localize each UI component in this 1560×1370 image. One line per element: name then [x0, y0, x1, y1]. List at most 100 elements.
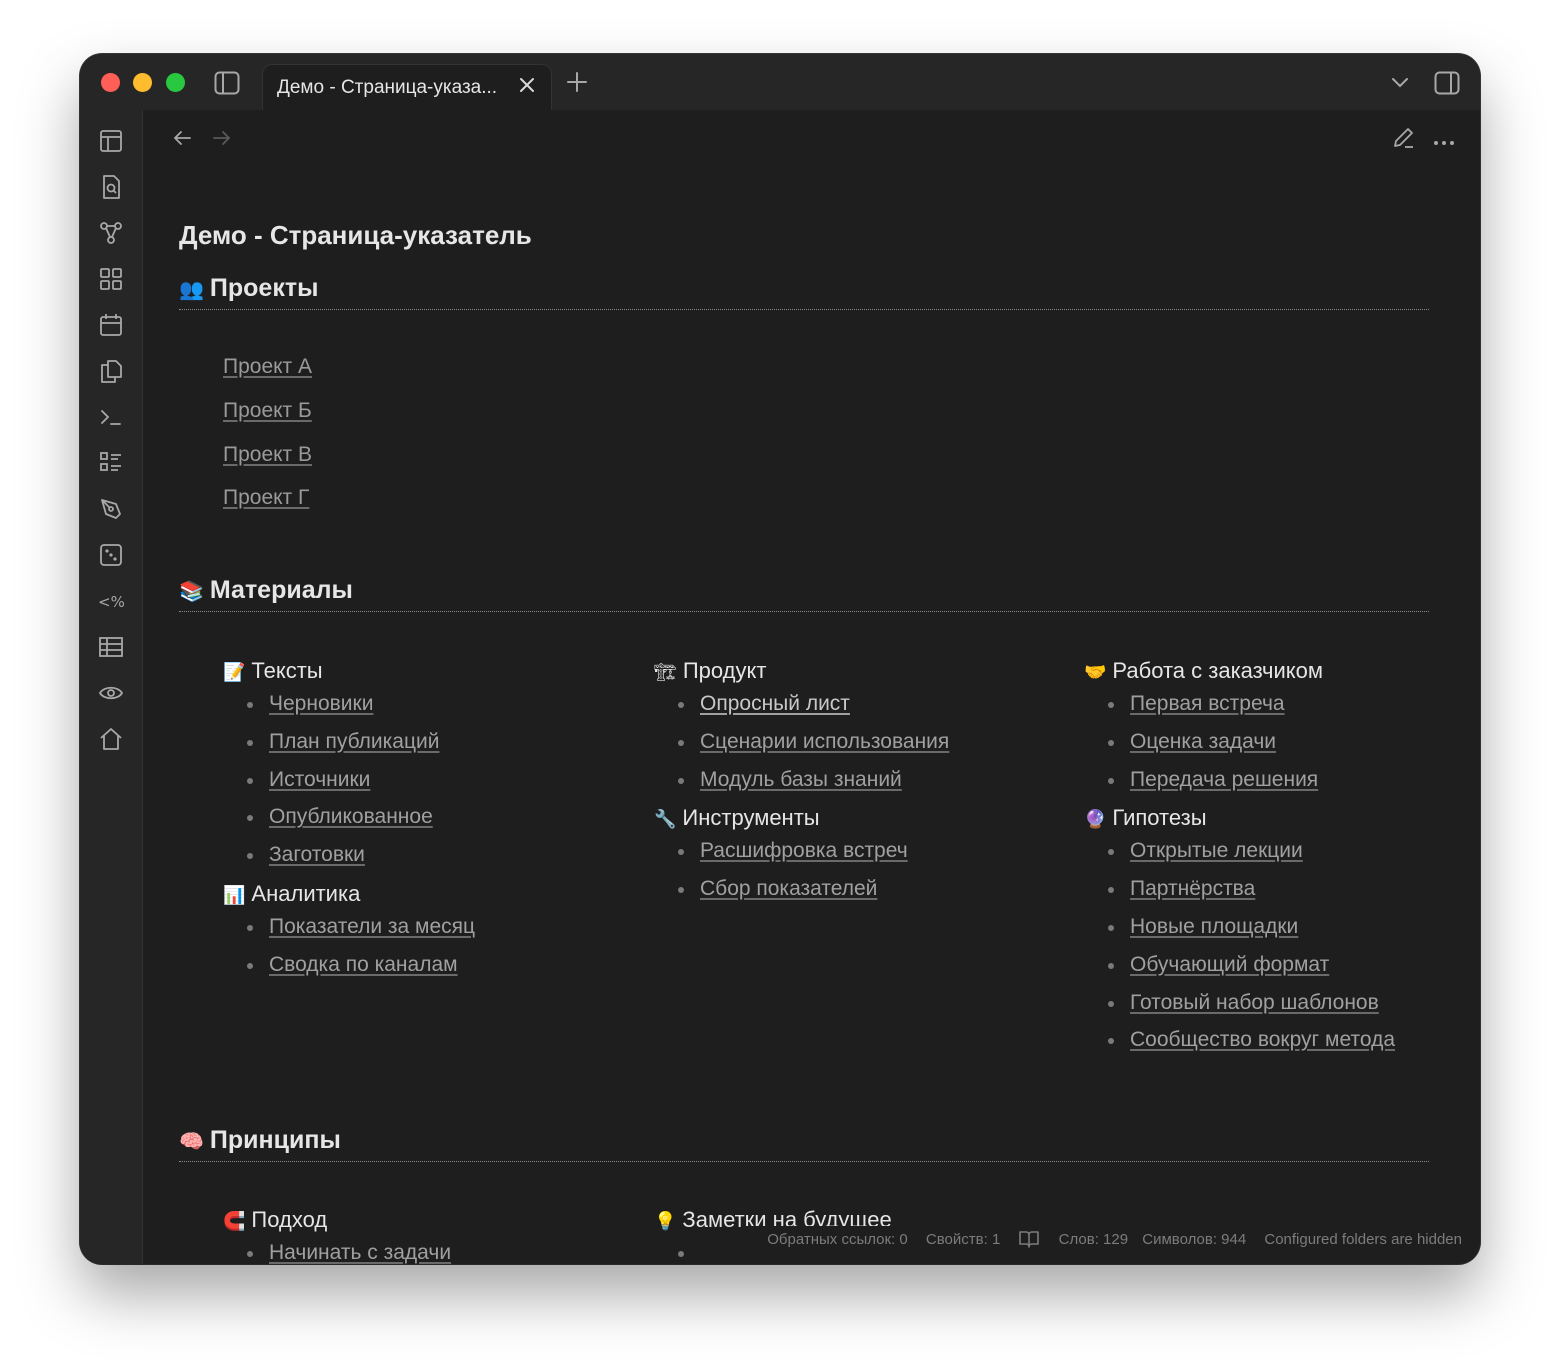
- minimize-window-button[interactable]: [133, 73, 152, 92]
- bullet: [247, 853, 253, 860]
- terminal-icon[interactable]: [98, 404, 124, 430]
- list-item: Заготовки: [223, 843, 475, 881]
- note-link[interactable]: Сводка по каналам: [269, 953, 458, 976]
- note-link[interactable]: Опросный лист: [700, 692, 850, 715]
- project-link[interactable]: Проект В: [223, 443, 312, 467]
- back-arrow-icon[interactable]: [171, 128, 193, 153]
- svg-text:<%: <%: [98, 593, 124, 611]
- backlinks-count[interactable]: Обратных ссылок: 0: [767, 1231, 908, 1248]
- materials-column-1: 📝 Тексты Черновики План публикаций Источн…: [223, 658, 475, 991]
- title-bar: Демо - Страница-указа...: [80, 54, 1480, 112]
- status-bar: Обратных ссылок: 0 Свойств: 1 Слов: 129 …: [745, 1226, 1462, 1256]
- lightbulb-icon: 💡: [654, 1211, 677, 1231]
- edit-pencil-icon[interactable]: [1391, 126, 1415, 155]
- heading-text: Проекты: [209, 274, 319, 302]
- project-link[interactable]: Проект Г: [223, 486, 309, 510]
- magnet-icon: 🧲: [223, 1211, 246, 1231]
- group-heading-tools: 🔧 Инструменты: [654, 805, 949, 831]
- bullet: [1108, 739, 1114, 746]
- close-tab-icon[interactable]: [517, 75, 537, 95]
- bullet: [247, 962, 253, 969]
- project-link[interactable]: Проект Б: [223, 399, 312, 423]
- note-link[interactable]: Сценарии использования: [700, 730, 949, 753]
- hidden-folders-notice: Configured folders are hidden: [1264, 1231, 1462, 1248]
- group-title: Аналитика: [251, 880, 361, 906]
- close-window-button[interactable]: [101, 73, 120, 92]
- copy-icon[interactable]: [98, 358, 124, 384]
- home-icon[interactable]: [98, 726, 124, 752]
- note-link[interactable]: Новые площадки: [1130, 915, 1298, 938]
- bullet: [678, 702, 684, 708]
- note-link[interactable]: Опубликованное: [269, 805, 433, 828]
- handshake-icon: 🤝: [1084, 662, 1107, 682]
- file-search-icon[interactable]: [98, 174, 124, 200]
- list-item: Первая встреча: [1084, 692, 1395, 730]
- list-item: Черновики: [223, 692, 475, 730]
- right-sidebar-toggle-icon[interactable]: [1434, 71, 1460, 100]
- dice-icon[interactable]: [98, 542, 124, 568]
- more-options-icon[interactable]: [1433, 134, 1455, 152]
- list-item: Опубликованное: [223, 805, 475, 843]
- char-count: Символов: 944: [1142, 1231, 1247, 1248]
- pen-tool-icon[interactable]: [98, 496, 124, 522]
- list-item: Сбор показателей: [654, 877, 949, 915]
- bullet: [247, 1251, 253, 1257]
- new-tab-icon[interactable]: [566, 71, 588, 98]
- note-link[interactable]: План публикаций: [269, 730, 439, 753]
- bullet: [678, 777, 684, 784]
- maximize-window-button[interactable]: [166, 73, 185, 92]
- reading-mode-book-icon[interactable]: [1018, 1230, 1040, 1252]
- group-heading-hypotheses: 🔮 Гипотезы: [1084, 805, 1395, 831]
- list-icon[interactable]: [98, 450, 124, 476]
- group-title: Подход: [251, 1207, 328, 1232]
- construction-icon: 🏗: [654, 662, 677, 682]
- note-link[interactable]: Обучающий формат: [1130, 953, 1329, 976]
- note-link[interactable]: Заготовки: [269, 843, 365, 866]
- wrench-icon: 🔧: [654, 809, 677, 830]
- list-item: Новые площадки: [1084, 915, 1395, 953]
- note-link[interactable]: Сообщество вокруг метода: [1130, 1028, 1395, 1051]
- materials-column-3: 🤝 Работа с заказчиком Первая встреча Оцен…: [1084, 658, 1395, 1066]
- group-title: Инструменты: [682, 805, 820, 831]
- list-item: Обучающий формат: [1084, 953, 1395, 991]
- tab-list-chevron-down-icon[interactable]: [1390, 76, 1410, 95]
- section-heading-materials: 📚 Материалы: [179, 576, 1429, 612]
- note-link[interactable]: Открытые лекции: [1130, 839, 1303, 862]
- note-link[interactable]: Партнёрства: [1130, 877, 1255, 900]
- note-link[interactable]: Модуль базы знаний: [700, 768, 902, 791]
- graph-icon[interactable]: [98, 220, 124, 246]
- note-link[interactable]: Оценка задачи: [1130, 730, 1276, 753]
- group-title: Продукт: [682, 658, 767, 683]
- note-link[interactable]: Начинать с задачи: [269, 1241, 451, 1264]
- properties-count[interactable]: Свойств: 1: [926, 1231, 1000, 1248]
- bullet: [247, 702, 253, 708]
- grid-icon[interactable]: [98, 266, 124, 292]
- group-heading-texts: 📝 Тексты: [223, 658, 475, 684]
- note-link[interactable]: Первая встреча: [1130, 692, 1285, 715]
- forward-arrow-icon[interactable]: [211, 128, 233, 153]
- sidebar-toggle-icon[interactable]: [214, 71, 240, 100]
- note-link[interactable]: Расшифровка встреч: [700, 839, 908, 862]
- group-title: Гипотезы: [1112, 805, 1207, 831]
- group-title: Тексты: [251, 658, 323, 683]
- project-link[interactable]: Проект А: [223, 355, 312, 379]
- word-count: Слов: 129: [1058, 1231, 1129, 1248]
- note-link[interactable]: Источники: [269, 768, 370, 791]
- note-link[interactable]: Готовый набор шаблонов: [1130, 991, 1379, 1014]
- bullet: [247, 815, 253, 822]
- list-item: Сценарии использования: [654, 730, 949, 768]
- layout-icon[interactable]: [98, 128, 124, 154]
- list-item: Готовый набор шаблонов: [1084, 991, 1395, 1029]
- note-link[interactable]: Передача решения: [1130, 768, 1318, 791]
- active-tab[interactable]: Демо - Страница-указа...: [262, 64, 552, 112]
- group-title: Работа с заказчиком: [1112, 658, 1324, 683]
- table-icon[interactable]: [98, 634, 124, 660]
- list-item: Модуль базы знаний: [654, 768, 949, 806]
- note-link[interactable]: Сбор показателей: [700, 877, 877, 900]
- group-heading-client-work: 🤝 Работа с заказчиком: [1084, 658, 1395, 684]
- note-link[interactable]: Показатели за месяц: [269, 915, 475, 938]
- calendar-icon[interactable]: [98, 312, 124, 338]
- templater-icon[interactable]: <%: [98, 588, 125, 614]
- eye-icon[interactable]: [98, 680, 124, 706]
- note-link[interactable]: Черновики: [269, 692, 373, 715]
